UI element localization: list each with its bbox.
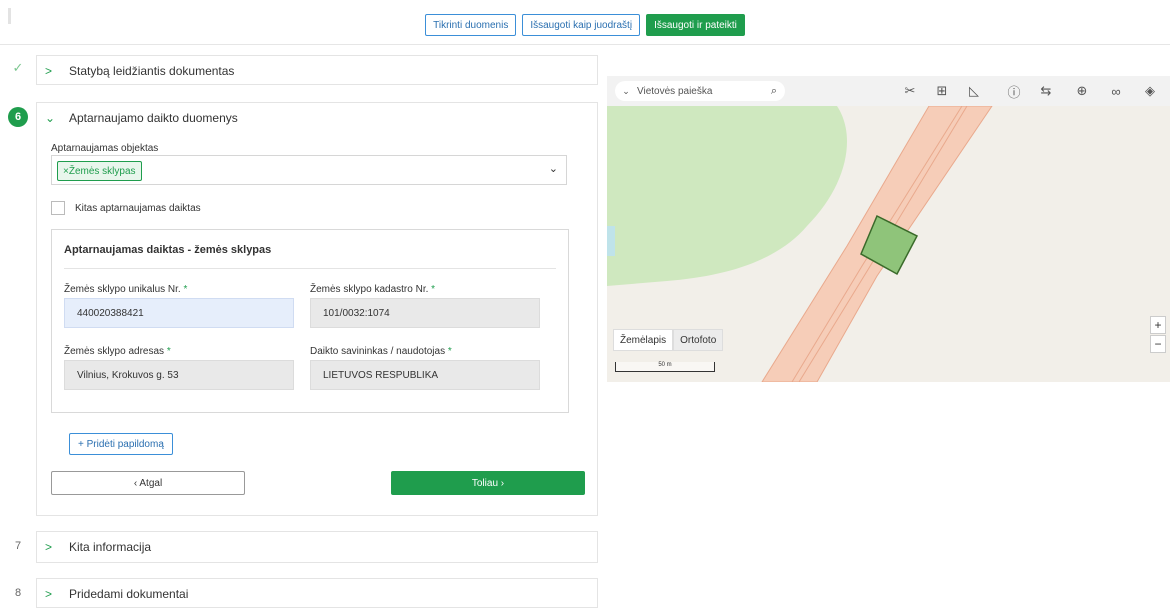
chevron-right-icon: > xyxy=(45,540,53,554)
step-attached-documents[interactable]: > Pridedami dokumentai xyxy=(36,578,598,608)
water-area xyxy=(607,226,615,256)
chevron-down-icon[interactable]: ⌄ xyxy=(549,162,558,175)
toolbar-divider xyxy=(0,44,1170,45)
link-icon[interactable]: ∞ xyxy=(1107,82,1125,100)
zoom-in-button[interactable]: + xyxy=(1150,316,1166,334)
step-header[interactable]: ⌄ Aptarnaujamo daikto duomenys xyxy=(37,103,597,133)
add-document-icon[interactable]: ⊞ xyxy=(933,82,951,100)
save-draft-button[interactable]: Išsaugoti kaip juodraštį xyxy=(522,14,641,36)
search-icon[interactable]: ⌕ xyxy=(763,85,785,98)
selected-tag[interactable]: × Žemės sklypas xyxy=(57,161,142,181)
object-label: Aptarnaujamas objektas xyxy=(51,143,159,154)
step-number: 8 xyxy=(14,587,22,599)
address-field: Vilnius, Krokuvos g. 53 xyxy=(64,360,294,390)
layer-map-button[interactable]: Žemėlapis xyxy=(613,329,674,351)
map-toolbar: ⌄ Vietovės paieška ⌕ ✂ ⊞ ◺ ⓘ ⇆ ⊕ ∞ ◈ xyxy=(607,76,1170,106)
sub-divider xyxy=(64,268,556,269)
served-parcel-panel: Aptarnaujamas daiktas - žemės sklypas Že… xyxy=(51,229,569,413)
layer-switch: Žemėlapis Ortofoto xyxy=(613,329,724,351)
back-button[interactable]: ‹ Atgal xyxy=(51,471,245,495)
save-submit-button[interactable]: Išsaugoti ir pateikti xyxy=(646,14,745,36)
add-more-button[interactable]: + Pridėti papildomą xyxy=(69,433,173,455)
step-done-icon: ✓ xyxy=(12,60,24,75)
step-number-active: 6 xyxy=(8,107,28,127)
owner-label: Daikto savininkas / naudotojas * xyxy=(310,346,452,357)
layer-ortho-button[interactable]: Ortofoto xyxy=(673,329,724,351)
chevron-down-icon[interactable]: ⌄ xyxy=(615,86,637,97)
object-select[interactable]: × Žemės sklypas ⌄ xyxy=(51,155,567,185)
step-served-object-data: ⌄ Aptarnaujamo daikto duomenys Aptarnauj… xyxy=(36,102,598,516)
chevron-down-icon: ⌄ xyxy=(45,111,56,125)
step-title: Aptarnaujamo daikto duomenys xyxy=(69,111,238,125)
step-number: 7 xyxy=(14,540,22,552)
zoom-out-button[interactable]: − xyxy=(1150,335,1166,353)
forest-area xyxy=(607,106,847,286)
map-search-input[interactable]: Vietovės paieška xyxy=(637,86,763,97)
unique-no-label: Žemės sklypo unikalus Nr. * xyxy=(64,284,188,295)
address-label: Žemės sklypo adresas * xyxy=(64,346,171,357)
tag-label: Žemės sklypas xyxy=(68,165,136,177)
layers-icon[interactable]: ◈ xyxy=(1141,82,1159,100)
sub-title: Aptarnaujamas daiktas - žemės sklypas xyxy=(64,244,272,256)
scale-bar: 50 m xyxy=(615,362,715,372)
map-search[interactable]: ⌄ Vietovės paieška ⌕ xyxy=(615,81,785,101)
map-view[interactable]: ⌄ Vietovės paieška ⌕ ✂ ⊞ ◺ ⓘ ⇆ ⊕ ∞ ◈ Žem… xyxy=(607,76,1170,382)
unique-no-field[interactable]: 440020388421 xyxy=(64,298,294,328)
owner-field: LIETUVOS RESPUBLIKA xyxy=(310,360,540,390)
other-object-checkbox[interactable] xyxy=(51,201,65,215)
step-building-permit[interactable]: > Statybą leidžiantis dokumentas xyxy=(36,55,598,85)
top-toolbar: Tikrinti duomenis Išsaugoti kaip juodraš… xyxy=(0,14,1170,36)
step-other-info[interactable]: > Kita informacija xyxy=(36,531,598,563)
cadastre-no-field: 101/0032:1074 xyxy=(310,298,540,328)
other-object-label: Kitas aptarnaujamas daiktas xyxy=(75,203,201,214)
step-title: Kita informacija xyxy=(69,540,152,554)
measure-cross-icon[interactable]: ✂ xyxy=(901,82,919,100)
angle-icon[interactable]: ◺ xyxy=(965,82,983,100)
info-icon[interactable]: ⓘ xyxy=(1005,82,1023,100)
chevron-right-icon: > xyxy=(45,587,53,601)
step-title: Statybą leidžiantis dokumentas xyxy=(69,64,235,78)
next-button[interactable]: Toliau › xyxy=(391,471,585,495)
link-arrow-icon[interactable]: ⇆ xyxy=(1037,82,1055,100)
step-title: Pridedami dokumentai xyxy=(69,587,189,601)
check-data-button[interactable]: Tikrinti duomenis xyxy=(425,14,517,36)
chevron-right-icon: > xyxy=(45,64,53,78)
cadastre-no-label: Žemės sklypo kadastro Nr. * xyxy=(310,284,436,295)
add-file-icon[interactable]: ⊕ xyxy=(1073,82,1091,100)
